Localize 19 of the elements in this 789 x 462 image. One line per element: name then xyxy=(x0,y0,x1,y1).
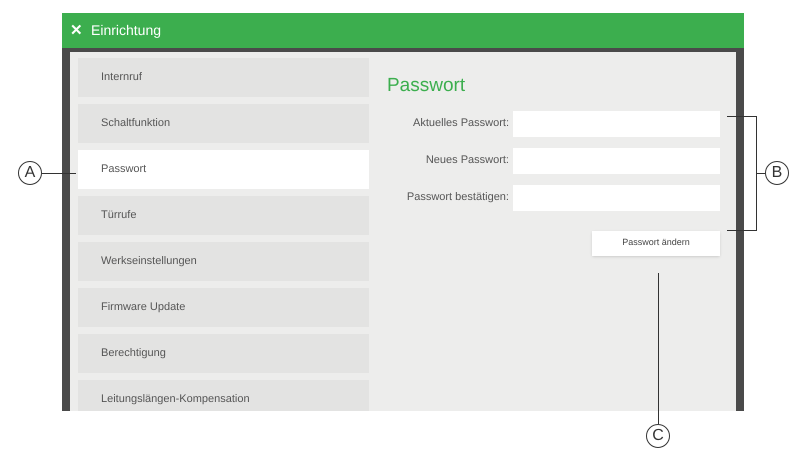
sidebar-item[interactable]: Leitungslängen-Kompensation xyxy=(78,380,369,411)
field-label: Passwort bestätigen: xyxy=(406,190,510,206)
panel-heading: Passwort xyxy=(387,74,466,98)
leader-line xyxy=(757,173,765,174)
sidebar-item[interactable]: Schaltfunktion xyxy=(78,104,369,143)
callout-marker: A xyxy=(18,161,42,185)
sidebar-item[interactable]: Berechtigung xyxy=(78,334,369,373)
callout-marker: B xyxy=(765,161,789,185)
leader-line xyxy=(42,173,76,174)
callout-marker: C xyxy=(646,424,670,448)
sidebar-item[interactable]: Türrufe xyxy=(78,196,369,235)
change-password-button[interactable]: Passwort ändern xyxy=(592,230,720,256)
field-label: Neues Passwort: xyxy=(424,153,510,168)
sidebar-item[interactable]: Internruf xyxy=(78,58,369,97)
window-title: Einrichtung xyxy=(91,21,162,40)
sidebar-item[interactable]: Werkseinstellungen xyxy=(78,242,369,281)
field-label: Aktuelles Passwort: xyxy=(412,116,510,132)
sidebar-item[interactable]: Passwort xyxy=(78,150,369,189)
sidebar-item[interactable]: Firmware Update xyxy=(78,288,369,327)
